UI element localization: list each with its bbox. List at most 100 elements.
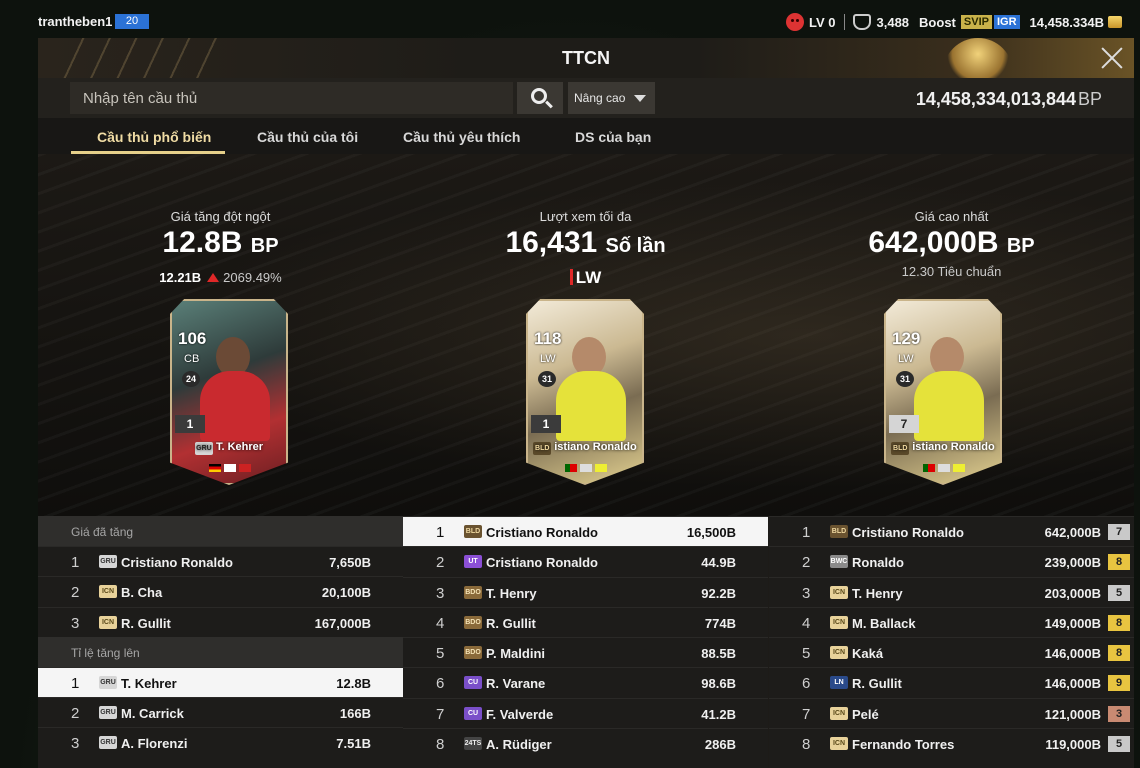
player-name: T. Henry <box>486 585 537 601</box>
player-jersey <box>914 371 984 441</box>
tab-favorites[interactable]: Cầu thủ yêu thích <box>403 129 520 145</box>
player-name: M. Ballack <box>852 615 916 631</box>
player-value: 239,000B <box>1044 555 1101 571</box>
tab-your-list[interactable]: DS của bạn <box>575 129 651 145</box>
search-button[interactable] <box>517 82 563 114</box>
table-row[interactable]: 2 ICN B. Cha 20,100B <box>38 576 403 606</box>
player-value: 12.8B <box>336 675 371 691</box>
shield-icon[interactable] <box>852 14 871 30</box>
card-flags <box>920 459 970 472</box>
player-name: B. Cha <box>121 585 163 601</box>
boost-label[interactable]: Boost <box>919 15 956 30</box>
highlight-highest-price: Giá cao nhất 642,000B BP 12.30 Tiêu chuẩ… <box>769 154 1134 516</box>
season-badge: BDO <box>464 646 482 660</box>
season-badge: GRU <box>99 706 117 720</box>
table-row[interactable]: 5 ICN Kaká 146,000B 8 <box>769 637 1134 667</box>
player-value: 98.6B <box>701 676 736 692</box>
username: trantheben1 <box>38 14 113 29</box>
table-row[interactable]: 1 BLD Cristiano Ronaldo 642,000B 7 <box>769 516 1134 546</box>
row-rank: 7 <box>802 705 811 723</box>
highest-price-table: 1 BLD Cristiano Ronaldo 642,000B 7 2 BWC Ronald… <box>769 516 1134 768</box>
table-row[interactable]: 6 LN R. Gullit 146,000B 9 <box>769 667 1134 697</box>
table-row[interactable]: 4 BDO R. Gullit 774B <box>403 606 768 637</box>
table-row[interactable]: 8 24TS A. Rüdiger 286B <box>403 728 768 758</box>
season-badge: ICN <box>99 585 117 599</box>
card-ovr: 129 <box>892 329 921 348</box>
svip-badge: SVIP <box>960 15 992 29</box>
row-rank: 1 <box>802 524 811 541</box>
season-badge: 24TS <box>464 737 482 751</box>
tab-my-players[interactable]: Cầu thủ của tôi <box>257 129 358 145</box>
player-name: Cristiano Ronaldo <box>486 555 598 571</box>
player-card[interactable]: 129 LW 31 7 BLD istiano Ronaldo <box>884 299 1002 485</box>
season-badge: ICN <box>830 615 848 629</box>
table-row[interactable]: 3 ICN T. Henry 203,000B 5 <box>769 576 1134 607</box>
section-header: Tỉ lệ tăng lên <box>38 636 403 667</box>
row-rank: 3 <box>71 735 80 753</box>
player-value: 146,000B <box>1044 676 1101 692</box>
section-header: Giá đã tăng <box>38 516 403 546</box>
row-rank: 2 <box>802 554 811 572</box>
bp-total-value: 14,458,334,013,844 <box>915 89 1076 109</box>
close-button[interactable] <box>1100 46 1124 70</box>
player-value: 7,650B <box>329 555 371 570</box>
transfer-market-panel: TTCN Nâng cao 14,458,334,013,844BP Cầu t… <box>38 38 1134 768</box>
player-name: T. Kehrer <box>121 675 177 691</box>
season-badge: BLD <box>830 525 848 538</box>
mood-face-icon[interactable] <box>786 13 804 31</box>
table-row[interactable]: 1 BLD Cristiano Ronaldo 16,500B <box>403 516 768 547</box>
table-row[interactable]: 1 GRU T. Kehrer 12.8B <box>38 666 403 698</box>
card-player-name: BLD istiano Ronaldo <box>891 441 995 455</box>
table-row[interactable]: 2 GRU M. Carrick 166B <box>38 697 403 727</box>
row-rank: 1 <box>71 554 80 571</box>
table-row[interactable]: 4 ICN M. Ballack 149,000B 8 <box>769 606 1134 637</box>
player-value: 92.2B <box>701 585 736 601</box>
row-rank: 4 <box>802 614 811 632</box>
shield-count: 3,488 <box>876 14 910 30</box>
player-name: Cristiano Ronaldo <box>486 525 598 540</box>
table-row[interactable]: 5 BDO P. Maldini 88.5B <box>403 637 768 667</box>
table-row[interactable]: 3 BDO T. Henry 92.2B <box>403 576 768 607</box>
player-name: R. Gullit <box>486 615 536 631</box>
grade-badge: 8 <box>1108 645 1130 662</box>
highlight-value: 16,431 Số lần <box>505 226 666 259</box>
table-row[interactable]: 2 BWC Ronaldo 239,000B 8 <box>769 546 1134 576</box>
table-row[interactable]: 3 GRU A. Florenzi 7.51B <box>38 727 403 757</box>
player-value: 20,100B <box>321 585 371 601</box>
tab-popular[interactable]: Cầu thủ phổ biến <box>97 129 211 145</box>
highlights-area: Giá tăng đột ngột 12.8B BP 12.21B 2069.49… <box>38 154 1134 516</box>
season-badge: ICN <box>830 706 848 720</box>
table-row[interactable]: 6 CU R. Varane 98.6B <box>403 667 768 697</box>
table-row[interactable]: 7 ICN Pelé 121,000B 3 <box>769 697 1134 728</box>
bp-balance-short: 14,458.334B <box>1029 14 1104 30</box>
grade-badge: 8 <box>1108 614 1130 631</box>
season-badge: ICN <box>99 615 117 629</box>
highlight-sub: 12.30 Tiêu chuẩn <box>901 264 1002 279</box>
row-rank: 2 <box>436 554 445 572</box>
highlight-sub: 12.21B 2069.49% <box>159 270 282 285</box>
player-name: Cristiano Ronaldo <box>852 525 964 540</box>
player-value: 203,000B <box>1044 585 1101 601</box>
advanced-filter-dropdown[interactable]: Nâng cao <box>568 82 655 114</box>
player-value: 7.51B <box>336 736 371 752</box>
season-badge: BDO <box>464 585 482 599</box>
row-rank: 6 <box>436 675 445 693</box>
search-row: Nâng cao 14,458,334,013,844BP <box>38 78 1134 118</box>
table-row[interactable]: 8 ICN Fernando Torres 119,000B 5 <box>769 728 1134 758</box>
row-rank: 5 <box>802 645 811 663</box>
bp-total: 14,458,334,013,844 BP <box>916 89 1102 110</box>
row-rank: 1 <box>71 674 80 692</box>
table-row[interactable]: 7 CU F. Valverde 41.2B <box>403 697 768 728</box>
table-row[interactable]: 3 ICN R. Gullit 167,000B <box>38 606 403 637</box>
player-card[interactable]: 106 CB 24 1 GRU T. Kehrer <box>170 299 288 485</box>
card-grade: 7 <box>889 415 919 433</box>
search-input[interactable] <box>70 82 513 114</box>
table-row[interactable]: 1 GRU Cristiano Ronaldo 7,650B <box>38 546 403 576</box>
table-row[interactable]: 2 UT Cristiano Ronaldo 44.9B <box>403 546 768 576</box>
card-player-name: BLD istiano Ronaldo <box>533 441 637 455</box>
season-badge: LN <box>830 676 848 690</box>
player-card[interactable]: 118 LW 31 1 BLD istiano Ronaldo <box>526 299 644 485</box>
card-grade: 1 <box>175 415 205 433</box>
row-rank: 1 <box>436 524 445 541</box>
player-name: A. Florenzi <box>121 736 188 752</box>
